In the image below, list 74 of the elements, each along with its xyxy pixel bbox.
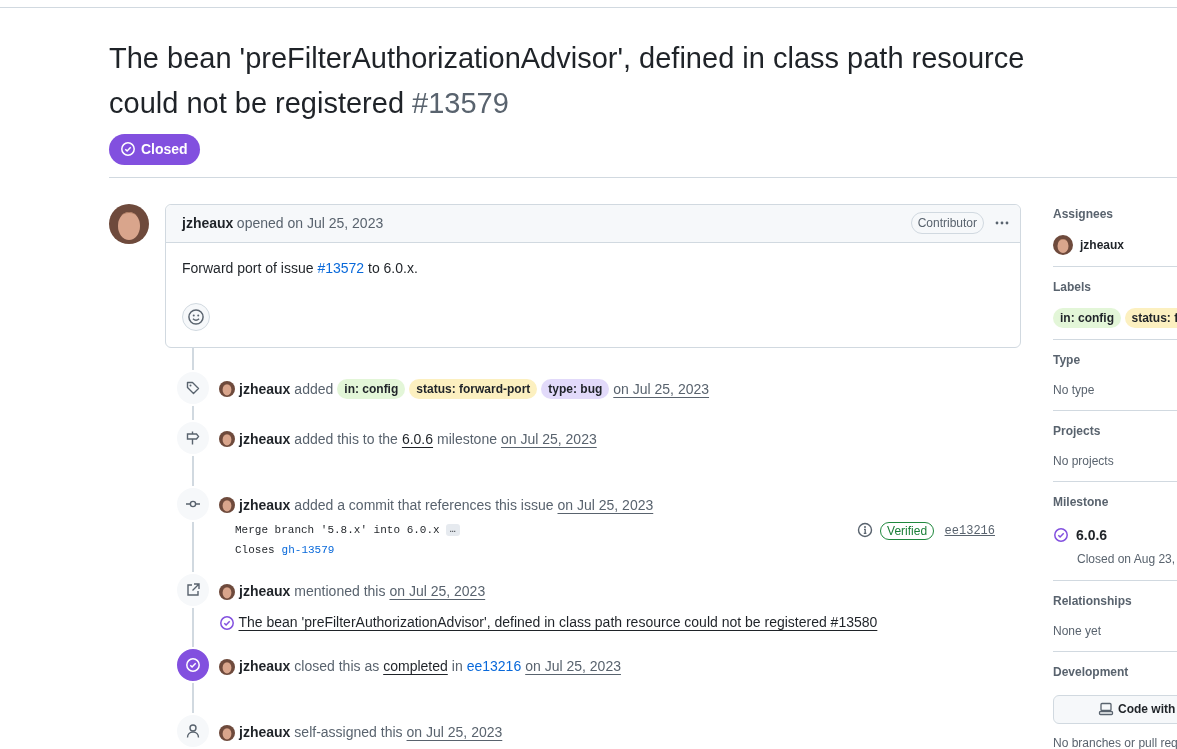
label-tag[interactable]: in: config <box>1053 307 1121 328</box>
event-text: milestone <box>437 429 497 449</box>
status-badge: Closed <box>109 133 200 165</box>
actor-link[interactable]: jzheaux <box>239 581 291 603</box>
section-heading: Relationships <box>1053 592 1133 610</box>
smiley-icon <box>187 307 205 326</box>
avatar <box>219 658 235 675</box>
section-value: No type <box>1053 381 1096 399</box>
timestamp-link[interactable]: on Jul 25, 2023 <box>406 722 503 744</box>
avatar <box>1053 234 1073 255</box>
avatar <box>219 431 235 448</box>
label-tag[interactable]: type: bug <box>541 379 610 400</box>
inline-link[interactable]: 6.0.6 <box>401 428 434 450</box>
section-heading: Type <box>1053 351 1082 369</box>
check-circle-icon <box>219 614 235 631</box>
signpost-icon <box>185 429 201 446</box>
timestamp-link[interactable]: on Jul 25, 2023 <box>557 494 654 516</box>
assignee-link[interactable]: jzheaux <box>1080 235 1124 254</box>
milestone-note: Closed on Aug 23, <box>1077 550 1177 568</box>
event-text: self-assigned this <box>294 723 403 743</box>
avatar <box>109 203 149 244</box>
info-icon <box>857 521 874 538</box>
section-value: No projects <box>1053 452 1115 470</box>
check-circle-icon <box>1053 527 1069 544</box>
check-circle-icon <box>120 141 136 158</box>
avatar <box>219 724 235 741</box>
section-value: No branches or pull req <box>1053 734 1177 749</box>
actor-link[interactable]: jzheaux <box>239 428 291 450</box>
avatar <box>219 381 235 398</box>
event-text: added <box>294 379 334 399</box>
section-value: None yet <box>1053 622 1103 640</box>
section-heading: Projects <box>1053 422 1102 440</box>
comment-meta: opened on Jul 25, 2023 <box>236 213 384 233</box>
commit-text: Closes <box>235 542 275 558</box>
section-heading: Development <box>1053 663 1130 681</box>
commit-message: Merge branch '5.8.x' into 6.0.x <box>235 522 440 538</box>
reference-link[interactable]: gh-13579 <box>281 541 335 559</box>
issue-link[interactable]: #13572 <box>317 259 365 276</box>
label-tag[interactable]: status: forward-port <box>409 379 538 400</box>
timestamp-link[interactable]: on Jul 25, 2023 <box>613 378 710 400</box>
label-tag[interactable]: in: config <box>337 379 406 400</box>
timestamp-link[interactable]: on Jul 25, 2023 <box>500 428 597 450</box>
external-link-icon <box>185 582 201 599</box>
code-button[interactable]: Code with <box>1053 694 1177 724</box>
timestamp-link[interactable]: on Jul 25, 2023 <box>389 581 486 603</box>
comment-body: Forward port of issue #13572 to 6.0.x. <box>182 258 419 278</box>
author-link[interactable]: jzheaux <box>182 212 234 234</box>
reaction-button[interactable] <box>182 302 210 331</box>
timestamp-link[interactable]: on Jul 25, 2023 <box>525 656 621 678</box>
tag-icon <box>185 379 201 396</box>
event-text: added a commit that references this issue <box>294 495 554 515</box>
section-heading: Assignees <box>1053 205 1115 223</box>
event-text: closed this as <box>294 657 380 677</box>
section-heading: Milestone <box>1053 493 1110 511</box>
inline-link[interactable]: completed <box>383 656 448 678</box>
avatar <box>219 497 235 514</box>
event-text: in <box>451 657 463 677</box>
check-circle-icon <box>185 657 201 674</box>
actor-link[interactable]: jzheaux <box>239 494 291 516</box>
laptop-icon <box>1098 701 1114 718</box>
event-text: mentioned this <box>294 582 386 602</box>
actor-link[interactable]: jzheaux <box>239 656 291 678</box>
event-text: added this to the <box>294 429 398 449</box>
avatar <box>219 583 235 600</box>
expand-button[interactable]: … <box>445 524 460 537</box>
commit-link[interactable]: ee13216 <box>466 656 522 678</box>
issue-title: The bean 'preFilterAuthorizationAdvisor', defined in class path resource could not be registered #13579 <box>109 41 1026 121</box>
person-icon <box>185 723 201 740</box>
actor-link[interactable]: jzheaux <box>239 378 291 400</box>
issue-link[interactable]: The bean 'preFilterAuthorizationAdvisor', defined in class path resource could not be registered #13580 <box>238 612 878 634</box>
commit-sha-link[interactable]: ee13216 <box>944 521 995 540</box>
actor-link[interactable]: jzheaux <box>239 722 291 744</box>
section-heading: Labels <box>1053 278 1092 296</box>
milestone-link[interactable]: 6.0.6 <box>1076 524 1108 546</box>
